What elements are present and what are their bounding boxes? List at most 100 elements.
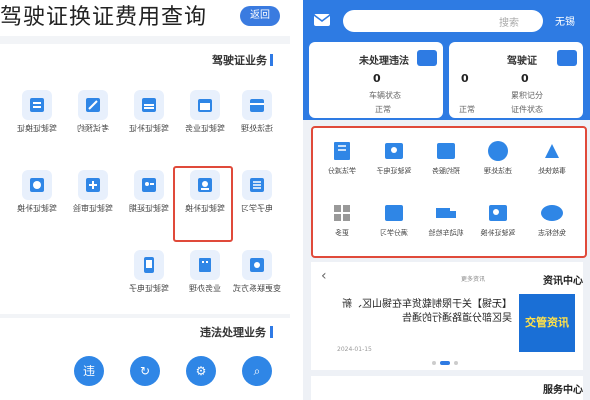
license-services-panel: 驾驶证业务 驾驶证换证 考试预约 驾驶证补证 驾驶证业务 违法处理 驾驶证补换 … — [0, 44, 290, 314]
edit-icon — [78, 90, 108, 120]
service-item[interactable]: 驾驶证电子 — [120, 250, 178, 310]
search-placeholder: 搜索 — [499, 18, 519, 29]
more-button[interactable]: 更多 — [317, 200, 367, 260]
document-icon — [22, 90, 52, 120]
service-label: 学法减分 — [328, 167, 356, 175]
grid-icon — [242, 90, 272, 120]
calendar-icon — [190, 90, 220, 120]
section-title-violation: 违法处理业务 — [200, 326, 266, 339]
service-item[interactable]: 事故快处 — [527, 138, 577, 198]
service-label: 违法处理 — [484, 167, 512, 175]
service-item[interactable]: 学法减分 — [317, 138, 367, 198]
clock-icon — [22, 170, 52, 200]
violation-services-panel: 违法处理业务 违 ↻ ⚙ ⌕ — [0, 318, 290, 400]
service-item[interactable]: 驾驶证补换 — [473, 200, 523, 260]
service-center-header: 服务中心 — [543, 385, 583, 396]
vehicle-card[interactable]: 未处理违法 0 车辆状态 正常 — [309, 42, 443, 118]
more-icon — [329, 200, 355, 226]
service-label: 驾驶证补换 — [17, 204, 57, 213]
service-label: 驾驶证补证 — [129, 124, 169, 133]
service-item[interactable]: 驾驶证电子 — [369, 138, 419, 198]
left-phone-screen: 返回 驾驶证业务 驾驶证换证 考试预约 驾驶证补证 驾驶证业务 违法处理 驾驶证… — [0, 0, 290, 400]
service-label: 业务办理 — [189, 284, 221, 293]
service-label: 更多 — [335, 229, 349, 237]
service-label: 电子学习 — [241, 204, 273, 213]
service-center-panel: 服务中心 — [311, 376, 583, 400]
city-selector[interactable]: 无锡 — [555, 13, 575, 28]
service-label: 驾驶证审验 — [73, 204, 113, 213]
study-icon — [381, 200, 407, 226]
search-icon[interactable]: ⌕ — [242, 356, 272, 386]
service-item[interactable]: 电子学习 — [228, 170, 286, 230]
carousel-dots — [432, 361, 458, 365]
calendar-icon — [433, 138, 459, 164]
license-card-title: 驾驶证 — [507, 56, 537, 67]
score-label: 累积记分 — [511, 91, 543, 100]
license-status-label: 证件状态 — [511, 105, 543, 114]
service-item[interactable]: 业务办理 — [176, 250, 234, 310]
violation-count: 0 — [373, 72, 381, 85]
service-label: 变更联系方式 — [233, 284, 281, 293]
header-bar: 搜索 无锡 未处理违法 0 车辆状态 正常 驾驶证 0 0 累积记分 证件状态 … — [303, 0, 590, 120]
service-item[interactable]: 预约服务 — [421, 138, 471, 198]
service-item[interactable]: 满分学习 — [369, 200, 419, 260]
service-item[interactable]: 驾驶证延期 — [120, 170, 178, 230]
section-marker — [270, 54, 273, 66]
building-icon — [190, 250, 220, 280]
chevron-left-icon[interactable]: ‹ — [321, 268, 327, 284]
news-more-link[interactable]: 更多资讯 — [461, 274, 485, 283]
id-card-icon — [134, 170, 164, 200]
service-item[interactable]: 驾驶证审验 — [64, 170, 122, 230]
mobile-icon — [134, 250, 164, 280]
service-label: 满分学习 — [380, 229, 408, 237]
license-card[interactable]: 驾驶证 0 0 累积记分 证件状态 正常 — [449, 42, 583, 118]
truck-icon — [433, 200, 459, 226]
badge-icon — [539, 200, 565, 226]
page-title: 驾驶证换证费用查询 — [0, 5, 208, 30]
license-icon — [557, 50, 577, 66]
service-label: 驾驶证补换 — [480, 229, 516, 237]
service-item[interactable]: 驾驶证补换 — [8, 170, 66, 230]
news-panel: ‹ 更多资讯 资讯中心 【无锡】关于限制载货车在锡山区、新吴区部分道路通行的通告… — [311, 262, 583, 370]
service-item[interactable]: 考试预约 — [64, 90, 122, 150]
service-label: 事故快处 — [538, 167, 566, 175]
service-item[interactable]: 驾驶证业务 — [176, 90, 234, 150]
handle-icon[interactable]: ⚙ — [186, 356, 216, 386]
news-title[interactable]: 【无锡】关于限制载货车在锡山区、新吴区部分道路通行的通告 — [337, 298, 512, 326]
service-item[interactable]: 驾驶证补证 — [120, 90, 178, 150]
refresh-icon[interactable]: ↻ — [130, 356, 160, 386]
vehicle-card-title: 未处理违法 — [359, 56, 409, 67]
service-label: 驾驶证延期 — [129, 204, 169, 213]
book-icon — [329, 138, 355, 164]
mail-icon[interactable] — [313, 12, 331, 31]
news-date: 2024-01-15 — [337, 346, 372, 353]
service-label: 驾驶证业务 — [185, 124, 225, 133]
service-grid: 事故快处 违法处理 预约服务 驾驶证电子 学法减分 免检标志 驾驶证补换 机动车… — [311, 126, 587, 258]
search-input[interactable]: 搜索 — [343, 10, 543, 32]
phone-icon — [242, 250, 272, 280]
vehicle-status-label: 车辆状态 — [369, 91, 401, 100]
violation-icon[interactable]: 违 — [74, 356, 104, 386]
card-icon — [381, 138, 407, 164]
service-item[interactable]: 驾驶证换证 — [8, 90, 66, 150]
service-item[interactable]: 违法处理 — [228, 90, 286, 150]
back-button[interactable]: 返回 — [240, 6, 280, 26]
service-item[interactable]: 违法处理 — [473, 138, 523, 198]
service-label: 考试预约 — [77, 124, 109, 133]
chat-icon — [485, 138, 511, 164]
license-status-value: 正常 — [459, 105, 475, 114]
service-label: 免检标志 — [538, 229, 566, 237]
service-item[interactable]: 免检标志 — [527, 200, 577, 260]
car-icon — [417, 50, 437, 66]
news-header: 资讯中心 — [543, 276, 583, 287]
service-item[interactable]: 机动车检验 — [421, 200, 471, 260]
service-label: 驾驶证电子 — [129, 284, 169, 293]
right-phone-screen: 搜索 无锡 未处理违法 0 车辆状态 正常 驾驶证 0 0 累积记分 证件状态 … — [303, 0, 590, 400]
service-label: 机动车检验 — [428, 229, 464, 237]
driver-license-icon — [485, 200, 511, 226]
service-label: 预约服务 — [432, 167, 460, 175]
section-marker — [270, 326, 273, 338]
section-title-license: 驾驶证业务 — [212, 54, 267, 67]
service-item[interactable]: 变更联系方式 — [228, 250, 286, 310]
news-thumbnail[interactable]: 交管资讯 — [519, 294, 575, 352]
